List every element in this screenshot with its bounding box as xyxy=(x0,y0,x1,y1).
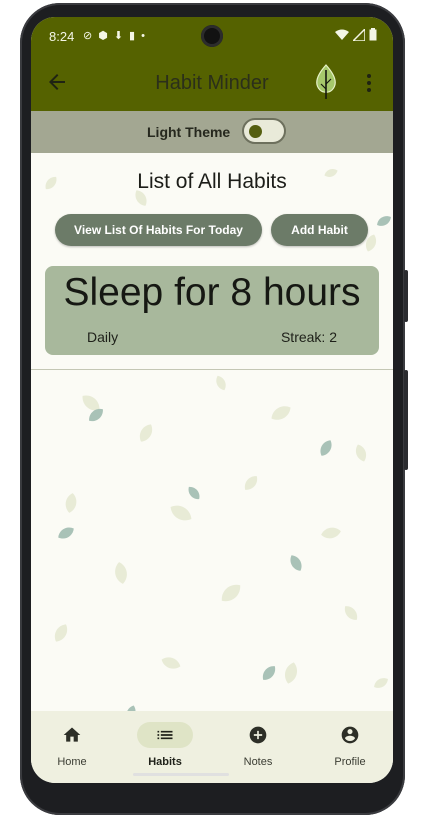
toggle-knob xyxy=(249,125,262,138)
front-camera xyxy=(201,25,223,47)
page-title: List of All Habits xyxy=(137,170,287,193)
add-circle-icon xyxy=(249,726,267,744)
notification-icons: ⊘⬢⬇▮• xyxy=(83,30,151,42)
signal-icon xyxy=(353,28,365,41)
view-today-habits-button[interactable]: View List Of Habits For Today xyxy=(55,214,262,246)
nav-item-home[interactable]: Home xyxy=(31,711,117,783)
habit-streak: Streak: 2 xyxy=(280,329,337,345)
theme-row: Light Theme xyxy=(31,111,393,153)
habit-card[interactable]: Sleep for 8 hours Daily Streak: 2 xyxy=(45,266,379,355)
habit-name: Sleep for 8 hours xyxy=(63,271,361,314)
main-content: List of All Habits View List Of Habits F… xyxy=(31,153,393,711)
nav-label: Home xyxy=(57,756,87,768)
status-time: 8:24 xyxy=(49,29,75,44)
habit-frequency: Daily xyxy=(87,329,119,345)
add-habit-button[interactable]: Add Habit xyxy=(271,214,368,246)
nav-label: Habits xyxy=(148,756,182,768)
leaf-logo-icon xyxy=(316,64,336,99)
divider xyxy=(31,369,393,370)
screen: 8:24 ⊘⬢⬇▮• Habit Minder Light Theme List… xyxy=(31,17,393,783)
volume-button xyxy=(404,370,408,470)
status-icons-right xyxy=(335,28,377,41)
home-indicator[interactable] xyxy=(133,773,229,776)
more-vert-icon[interactable] xyxy=(361,71,377,95)
list-icon xyxy=(157,730,173,740)
power-button xyxy=(404,270,408,322)
nav-item-profile[interactable]: Profile xyxy=(305,711,393,783)
status-bar: 8:24 ⊘⬢⬇▮• xyxy=(31,17,393,54)
theme-label: Light Theme xyxy=(147,124,231,140)
nav-label: Notes xyxy=(243,756,273,768)
battery-icon xyxy=(369,28,377,41)
account-circle-icon xyxy=(341,726,359,744)
theme-toggle-switch[interactable] xyxy=(242,118,286,144)
nav-label: Profile xyxy=(334,756,366,768)
home-icon xyxy=(63,727,81,742)
wifi-icon xyxy=(335,29,349,40)
app-bar: Habit Minder xyxy=(31,54,393,111)
